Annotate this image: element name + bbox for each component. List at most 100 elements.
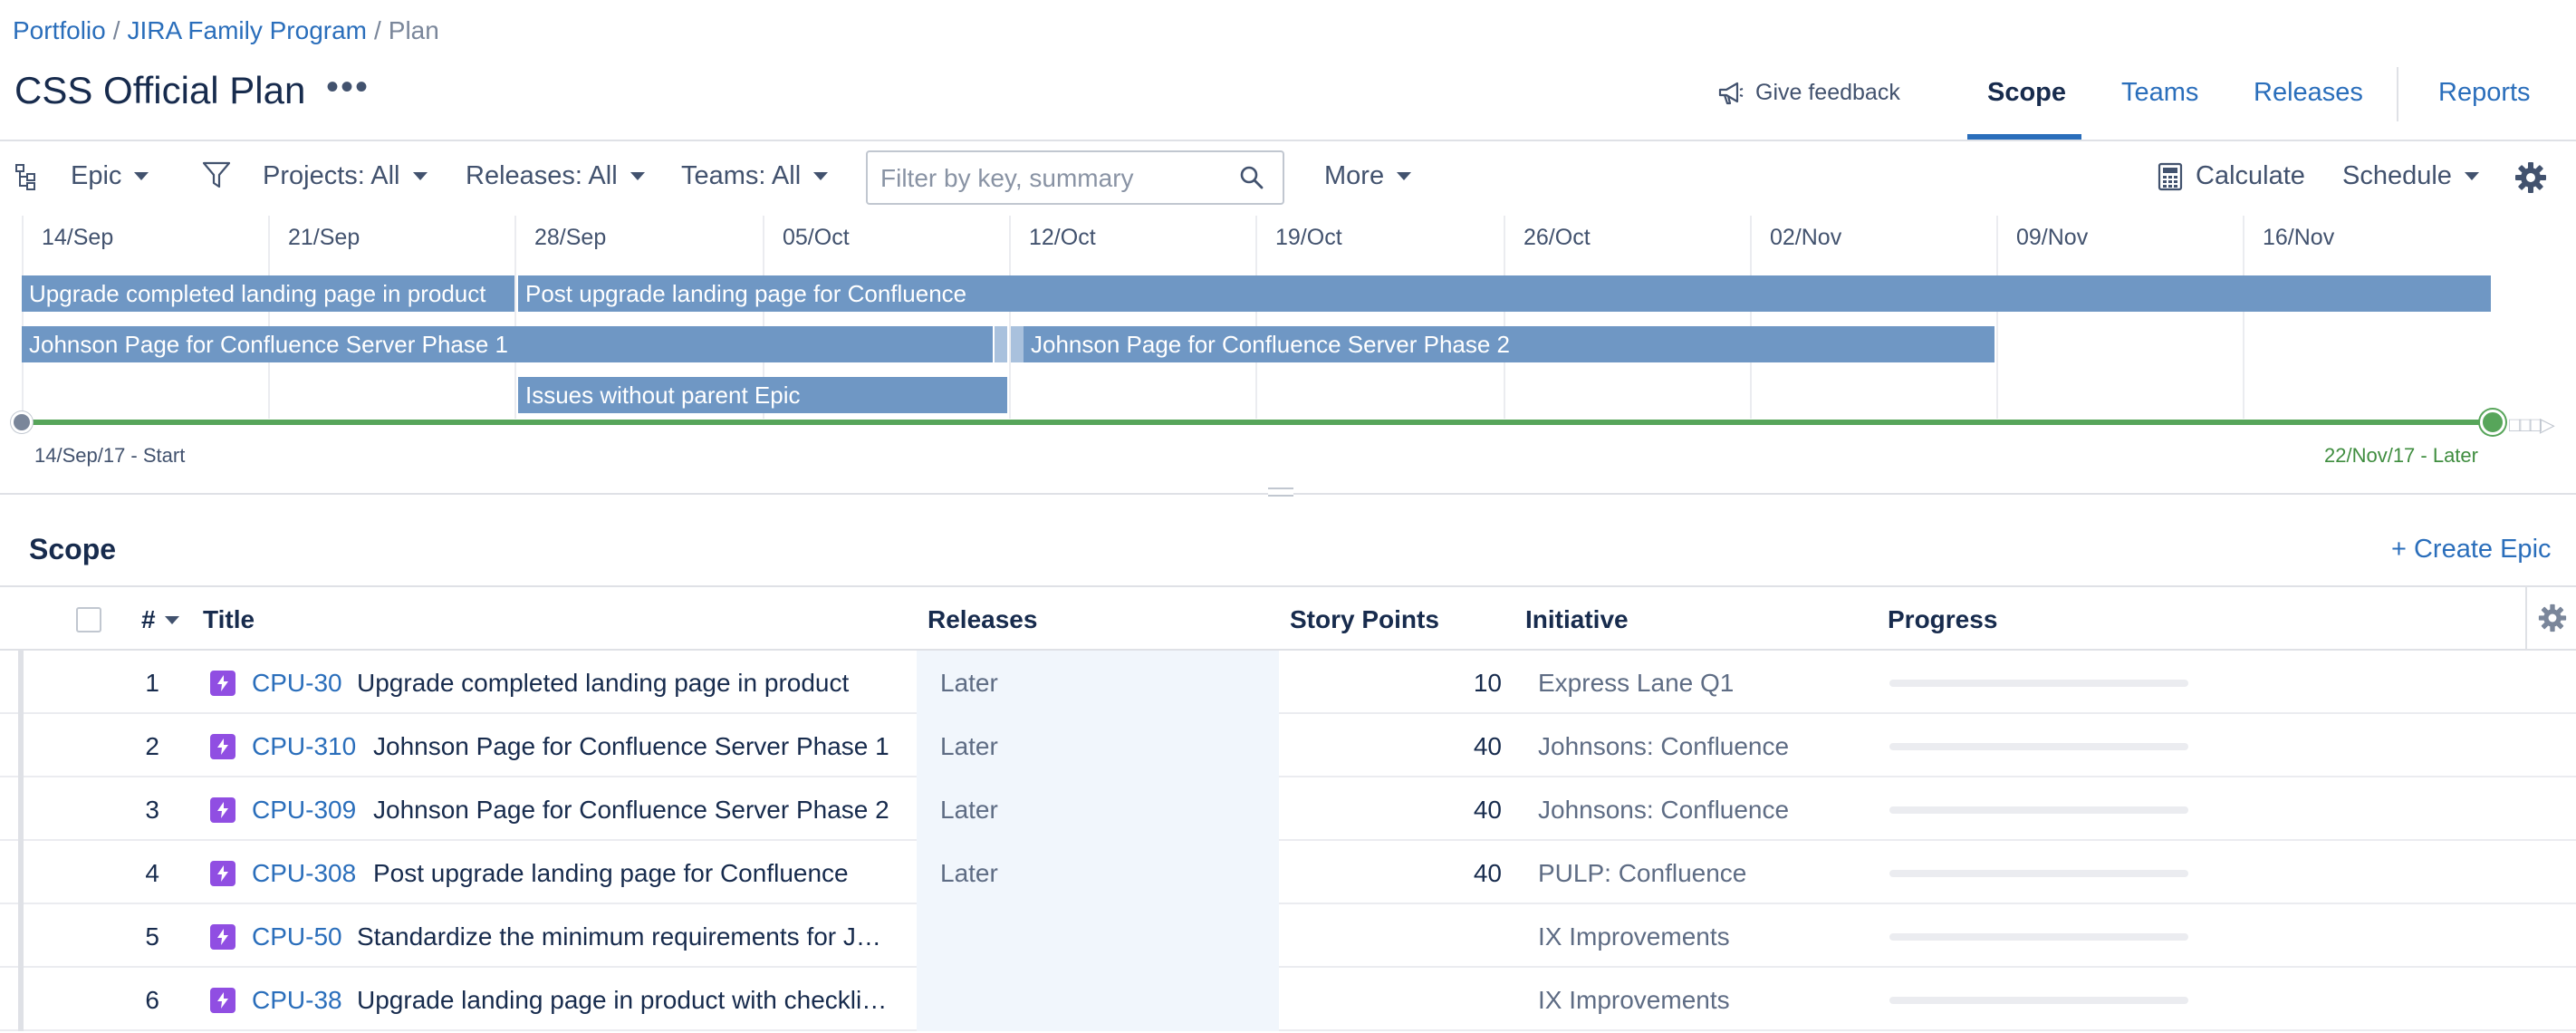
story-points-value: 40	[1473, 859, 1502, 887]
sort-caret-icon	[164, 615, 179, 624]
table-row[interactable]: 6 CPU-38 Upgrade landing page in product…	[0, 968, 2576, 1031]
timeline-bar-segment	[995, 326, 1007, 362]
timeline-bar[interactable]: Post upgrade landing page for Confluence	[518, 275, 2491, 312]
table-row[interactable]: 4 CPU-308 Post upgrade landing page for …	[0, 841, 2576, 904]
search-icon[interactable]	[1239, 165, 1264, 190]
table-row[interactable]: 3 CPU-309 Johnson Page for Confluence Se…	[0, 777, 2576, 841]
initiative-value: IX Improvements	[1538, 986, 1730, 1014]
progress-bar	[1889, 933, 2188, 941]
release-value: Later	[940, 859, 998, 887]
initiative-value: IX Improvements	[1538, 922, 1730, 951]
initiative-value: Express Lane Q1	[1538, 669, 1735, 697]
timeline-gridline	[268, 216, 270, 419]
megaphone-icon	[1718, 82, 1744, 104]
row-rank: 4	[145, 859, 159, 887]
resize-handle[interactable]	[1268, 488, 1293, 497]
filter-icon	[202, 161, 231, 188]
search-input[interactable]	[880, 161, 1225, 196]
more-dropdown[interactable]: More	[1324, 161, 1412, 191]
table-row[interactable]: 1 CPU-30 Upgrade completed landing page …	[0, 651, 2576, 714]
hierarchy-toggle[interactable]	[14, 163, 38, 190]
timeline-date-label: 21/Sep	[288, 225, 360, 250]
column-header-rank[interactable]: #	[141, 605, 179, 634]
epic-lightning-icon	[210, 988, 235, 1013]
table-row[interactable]: 5 CPU-50 Standardize the minimum require…	[0, 904, 2576, 968]
calculate-button[interactable]: Calculate	[2158, 161, 2305, 191]
tab-reports[interactable]: Reports	[2438, 78, 2531, 108]
teams-filter-dropdown[interactable]: Teams: All	[681, 161, 829, 191]
epic-lightning-icon	[210, 734, 235, 759]
issue-key-link[interactable]: CPU-310	[252, 732, 356, 761]
releases-filter-dropdown[interactable]: Releases: All	[466, 161, 645, 191]
timeline-bar-segment	[1011, 326, 1024, 362]
row-rank: 6	[145, 986, 159, 1014]
issue-key-link[interactable]: CPU-308	[252, 859, 356, 888]
breadcrumb-portfolio-link[interactable]: Portfolio	[13, 16, 106, 44]
schedule-dropdown[interactable]: Schedule	[2342, 161, 2479, 191]
create-epic-button[interactable]: + Create Epic	[2391, 535, 2552, 565]
gear-icon[interactable]	[2538, 603, 2567, 632]
timeline-bar[interactable]: Johnson Page for Confluence Server Phase…	[22, 326, 993, 362]
progress-bar	[1889, 997, 2188, 1004]
column-header-releases: Releases	[928, 605, 1038, 633]
timeline-date-label: 09/Nov	[2016, 225, 2089, 250]
tab-scope[interactable]: Scope	[1987, 78, 2066, 108]
header-divider	[0, 140, 2576, 141]
chevron-down-icon	[813, 172, 829, 180]
range-end-handle[interactable]	[2480, 410, 2505, 435]
breadcrumb-current: Plan	[388, 16, 439, 44]
scope-section-title: Scope	[29, 533, 117, 565]
issue-key-link[interactable]: CPU-30	[252, 669, 342, 698]
timeline-date-label: 16/Nov	[2263, 225, 2335, 250]
breadcrumb-program-link[interactable]: JIRA Family Program	[128, 16, 368, 44]
calculate-label: Calculate	[2196, 161, 2305, 190]
range-start-handle[interactable]	[11, 411, 33, 433]
epic-lightning-icon	[210, 924, 235, 950]
hierarchy-level-dropdown[interactable]: Epic	[71, 161, 149, 191]
timeline-gridline	[1009, 216, 1011, 419]
more-actions-button[interactable]: •••	[326, 69, 370, 105]
search-box	[866, 150, 1284, 205]
breadcrumb-separator: /	[112, 16, 120, 44]
teams-filter-label: Teams: All	[681, 161, 802, 190]
initiative-value: PULP: Confluence	[1538, 859, 1747, 887]
tab-teams[interactable]: Teams	[2121, 78, 2198, 108]
story-points-value: 40	[1473, 796, 1502, 824]
filter-button[interactable]	[201, 159, 232, 190]
issue-summary: Upgrade landing page in product with che…	[357, 986, 888, 1014]
plan-settings-button[interactable]	[2514, 161, 2547, 194]
timeline: 14/Sep 21/Sep 28/Sep 05/Oct 12/Oct 19/Oc…	[0, 216, 2576, 497]
timeline-bar[interactable]: Upgrade completed landing page in produc…	[22, 275, 514, 312]
give-feedback-button[interactable]: Give feedback	[1717, 80, 1900, 106]
projects-filter-dropdown[interactable]: Projects: All	[263, 161, 428, 191]
tab-releases[interactable]: Releases	[2254, 78, 2363, 108]
chevron-down-icon	[630, 172, 645, 180]
row-rank: 3	[145, 796, 159, 824]
chevron-down-icon	[412, 172, 428, 180]
column-settings-cell	[2525, 587, 2576, 651]
issue-key-link[interactable]: CPU-309	[252, 796, 356, 825]
tab-divider	[2397, 67, 2398, 121]
story-points-value: 10	[1473, 669, 1502, 697]
calculator-icon	[2158, 162, 2183, 190]
issue-key-link[interactable]: CPU-50	[252, 922, 342, 951]
chevron-down-icon	[134, 172, 149, 180]
timeline-date-label: 26/Oct	[1523, 225, 1591, 250]
timeline-bar[interactable]: Issues without parent Epic	[518, 377, 1007, 413]
issue-key-link[interactable]: CPU-38	[252, 986, 342, 1015]
table-header: # Title Releases Story Points Initiative…	[0, 585, 2576, 651]
progress-bar	[1889, 806, 2188, 814]
timeline-date-label: 14/Sep	[42, 225, 114, 250]
release-cell[interactable]	[917, 904, 1279, 968]
progress-bar	[1889, 870, 2188, 877]
more-label: More	[1324, 161, 1385, 190]
table-row[interactable]: 2 CPU-310 Johnson Page for Confluence Se…	[0, 714, 2576, 777]
range-extend-icon[interactable]: □□□▷	[2509, 413, 2555, 437]
timeline-bar[interactable]: Johnson Page for Confluence Server Phase…	[1024, 326, 1994, 362]
release-value: Later	[940, 796, 998, 824]
release-cell[interactable]	[917, 968, 1279, 1031]
timeline-date-label: 19/Oct	[1275, 225, 1342, 250]
timeline-gridline	[1996, 216, 1998, 419]
timeline-date-label: 05/Oct	[783, 225, 850, 250]
select-all-checkbox[interactable]	[76, 607, 101, 632]
